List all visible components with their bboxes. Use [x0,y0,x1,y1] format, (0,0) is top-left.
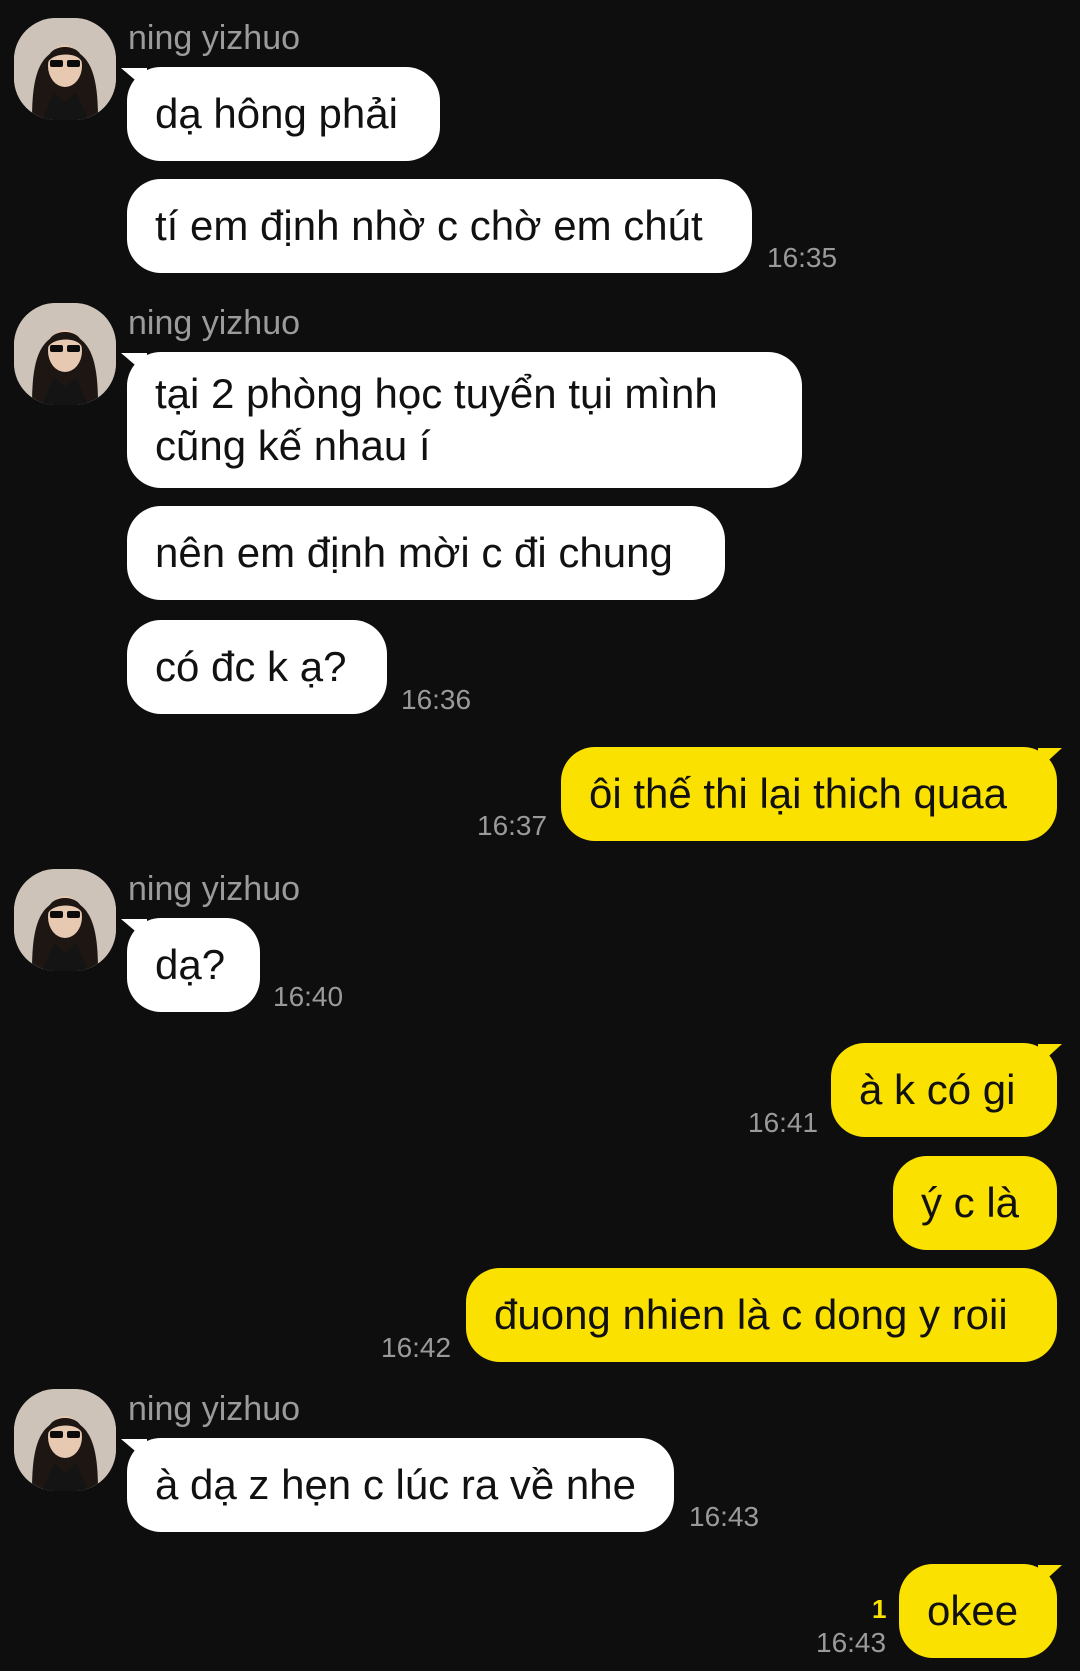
message-bubble-outgoing[interactable]: à k có gi [831,1043,1057,1137]
sender-avatar[interactable] [14,869,116,971]
sender-avatar[interactable] [14,1389,116,1491]
message-bubble-incoming[interactable]: tại 2 phòng học tuyển tụi mình cũng kế n… [127,352,802,488]
sender-avatar[interactable] [14,18,116,120]
message-line: tại 2 phòng học tuyển tụi mình [155,370,718,417]
message-bubble-incoming[interactable]: dạ hông phải [127,67,440,161]
avatar-photo-icon [14,1389,116,1491]
message-bubble-incoming[interactable]: à dạ z hẹn c lúc ra về nhe [127,1438,674,1532]
message-bubble-incoming[interactable]: nên em định mời c đi chung [127,506,725,600]
message-timestamp: 16:40 [273,981,344,1012]
avatar-photo-icon [14,869,116,971]
avatar-photo-icon [14,303,116,405]
message-timestamp: 16:35 [767,242,838,273]
message-bubble-outgoing[interactable]: okee [899,1564,1057,1658]
sender-name: ning yizhuo [128,19,301,57]
message-bubble-incoming[interactable]: có đc k ạ? [127,620,387,714]
message-bubble-incoming[interactable]: dạ? [127,918,260,1012]
message-bubble-outgoing[interactable]: ôi thế thi lại thich quaa [561,747,1057,841]
message-line: cũng kế nhau í [155,422,431,469]
message-timestamp: 16:41 [748,1107,819,1138]
message-timestamp: 16:36 [401,684,472,715]
message-bubble-outgoing[interactable]: đuong nhien là c dong y roii [466,1268,1057,1362]
message-timestamp: 16:42 [381,1332,452,1363]
message-bubble-outgoing[interactable]: ý c là [893,1156,1057,1250]
sender-name: ning yizhuo [128,304,301,342]
unread-count-badge: 1 [872,1594,887,1624]
sender-name: ning yizhuo [128,1390,301,1428]
avatar-photo-icon [14,18,116,120]
sender-name: ning yizhuo [128,870,301,908]
sender-avatar[interactable] [14,303,116,405]
message-timestamp: 16:37 [477,810,548,841]
message-timestamp: 16:43 [816,1627,887,1658]
message-timestamp: 16:43 [689,1501,760,1532]
message-bubble-incoming[interactable]: tí em định nhờ c chờ em chút [127,179,752,273]
